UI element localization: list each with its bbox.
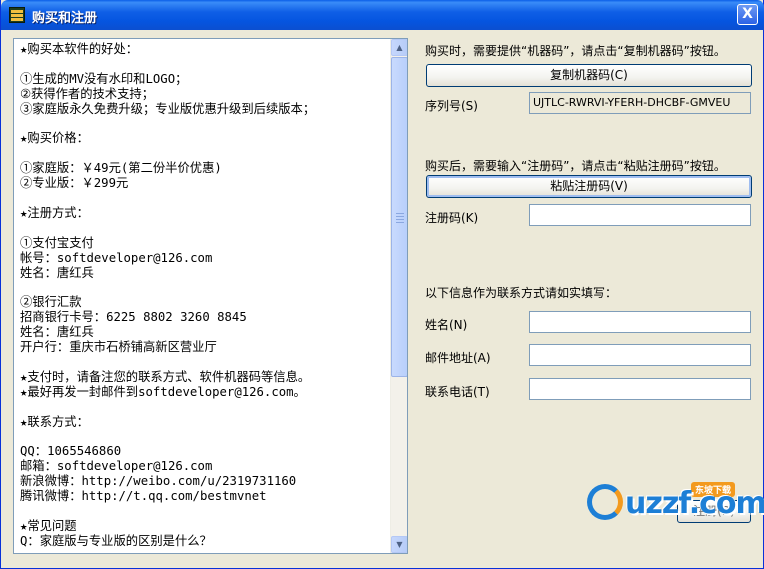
registration-instruction: 购买后，需要输入“注册码”，请点击“粘贴注册码”按钮。 (425, 159, 726, 173)
name-input[interactable] (529, 311, 751, 333)
film-app-icon (9, 7, 25, 23)
scroll-thumb[interactable] (391, 57, 407, 377)
scroll-down-button[interactable]: ▼ (391, 536, 407, 553)
contact-instruction: 以下信息作为联系方式请如实填写： (425, 286, 618, 300)
memo-scrollbar[interactable]: ▲ ▼ (390, 39, 407, 553)
purchase-register-window: 购买和注册 X ★购买本软件的好处： ①生成的MV没有水印和LOGO； ②获得作… (0, 0, 764, 569)
name-label: 姓名(N) (425, 318, 468, 332)
uzzf-watermark-logo: 东坡下载 uzzf.com (583, 470, 764, 530)
serial-label: 序列号(S) (425, 99, 478, 113)
window-title: 购买和注册 (32, 11, 98, 26)
phone-input[interactable] (529, 378, 751, 400)
close-button[interactable]: X (737, 4, 758, 25)
info-memo[interactable]: ★购买本软件的好处： ①生成的MV没有水印和LOGO； ②获得作者的技术支持； … (13, 38, 408, 554)
copy-machine-code-button[interactable]: 复制机器码(C) (426, 64, 752, 87)
title-bar[interactable]: 购买和注册 X (1, 0, 764, 30)
email-label: 邮件地址(A) (425, 351, 491, 365)
serial-field[interactable]: UJTLC-RWRVI-YFERH-DHCBF-GMVEU (529, 92, 751, 114)
scroll-up-button[interactable]: ▲ (391, 39, 407, 56)
registration-code-label: 注册码(K) (425, 211, 479, 225)
email-input[interactable] (529, 344, 751, 366)
paste-registration-code-button[interactable]: 粘贴注册码(V) (426, 175, 752, 198)
machine-code-instruction: 购买时，需要提供“机器码”，请点击“复制机器码”按钮。 (425, 44, 726, 58)
watermark-text: uzzf.com (625, 486, 764, 521)
registration-code-input[interactable] (529, 204, 751, 226)
uzzf-logo-icon (587, 484, 623, 520)
info-text: ★购买本软件的好处： ①生成的MV没有水印和LOGO； ②获得作者的技术支持； … (20, 42, 316, 548)
phone-label: 联系电话(T) (425, 385, 490, 399)
